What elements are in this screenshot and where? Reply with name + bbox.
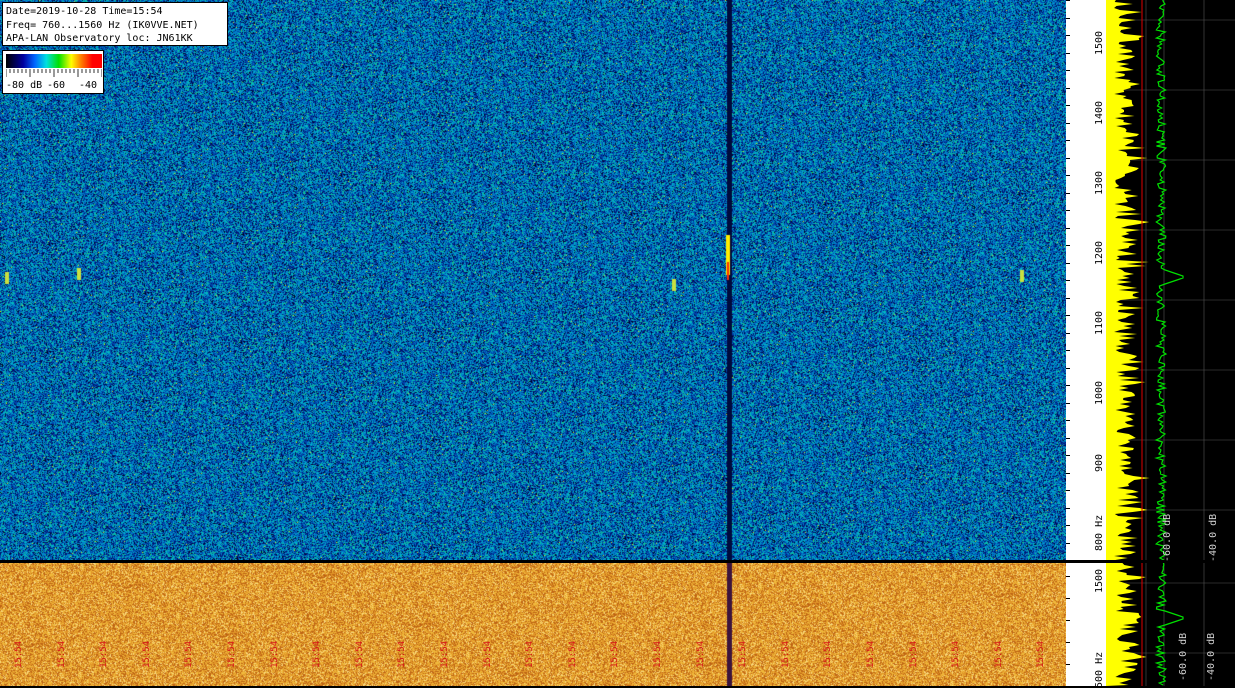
legend-label-high: -40 bbox=[79, 80, 98, 91]
axis-top-tick bbox=[1066, 437, 1070, 439]
info-panel: Date=2019-10-28 Time=15:54 Freq= 760...1… bbox=[2, 2, 228, 46]
axis-top-tick bbox=[1066, 525, 1070, 526]
axis-bottom-tick bbox=[1066, 576, 1070, 578]
axis-top-tick bbox=[1066, 332, 1070, 334]
axis-top-label: 1100 bbox=[1094, 310, 1105, 335]
timestamp-label: 15:54 bbox=[866, 640, 876, 668]
color-scale-legend: -80 dB -60 -40 bbox=[2, 50, 104, 94]
db-label-40: -40.0 dB bbox=[1208, 513, 1219, 562]
timestamp-label: 15:54 bbox=[99, 640, 110, 668]
frequency-axis-bottom: 1500 500 Hz bbox=[1066, 563, 1106, 688]
axis-top-tick bbox=[1066, 210, 1070, 211]
timestamp-label: 15:54 bbox=[951, 640, 962, 668]
timestamp-label: 15:54 bbox=[312, 640, 323, 668]
timestamp-label: 15:54 bbox=[695, 640, 706, 668]
axis-top-tick bbox=[1066, 157, 1070, 159]
spectrum-plot-top: -60.0 dB -40.0 dB bbox=[1106, 0, 1235, 562]
legend-label-mid: -60 bbox=[47, 80, 66, 91]
axis-top-tick bbox=[1066, 262, 1070, 264]
timestamp-label: 15:54 bbox=[780, 640, 791, 668]
axis-top-label: 800 Hz bbox=[1094, 515, 1105, 552]
spectrum-plot-bottom: -60.0 dB -40.0 dB bbox=[1106, 563, 1235, 686]
axis-top-tick bbox=[1066, 227, 1070, 229]
axis-top-tick bbox=[1066, 70, 1070, 71]
axis-top-label: 900 bbox=[1094, 453, 1105, 472]
axis-top-tick bbox=[1066, 105, 1070, 106]
axis-top-tick bbox=[1066, 315, 1070, 316]
axis-top-tick bbox=[1066, 52, 1070, 54]
axis-top-label: 1400 bbox=[1094, 100, 1105, 125]
timestamp-label: 15:54 bbox=[610, 640, 621, 668]
axis-top-tick bbox=[1066, 472, 1070, 474]
axis-top-label: 1000 bbox=[1094, 380, 1105, 405]
timestamp-label: 15:54 bbox=[269, 640, 280, 668]
axis-top-tick bbox=[1066, 402, 1070, 404]
db-label-40-bottom: -40.0 dB bbox=[1206, 632, 1217, 681]
axis-top-tick bbox=[1066, 0, 1070, 1]
timestamp-label: 15:54 bbox=[354, 640, 365, 668]
axis-top-label: 1300 bbox=[1094, 170, 1105, 195]
waterfall-spectrogram[interactable] bbox=[0, 0, 1066, 560]
db-label-60-bottom: -60.0 dB bbox=[1178, 632, 1189, 681]
axis-top-label: 1500 bbox=[1094, 30, 1105, 55]
axis-top-tick bbox=[1066, 192, 1070, 194]
timestamp-label: 15:54 bbox=[397, 640, 408, 668]
timestamp-label: 15:54 bbox=[525, 640, 536, 668]
db-label-60: -60.0 dB bbox=[1162, 513, 1173, 562]
axis-top-tick bbox=[1066, 122, 1070, 124]
axis-bottom-tick bbox=[1066, 664, 1070, 666]
axis-bottom-label: 1500 bbox=[1094, 569, 1105, 594]
timestamp-label: 15:54 bbox=[56, 640, 67, 668]
axis-top-tick bbox=[1066, 35, 1070, 36]
timestamp-label: 15:54 bbox=[908, 640, 919, 668]
axis-top-tick bbox=[1066, 542, 1070, 544]
axis-top-tick bbox=[1066, 455, 1070, 456]
axis-top-tick bbox=[1066, 420, 1070, 421]
axis-top-tick bbox=[1066, 490, 1070, 491]
frequency-axis-top: 1500 1400 1300 1200 1100 1000 900 800 Hz bbox=[1066, 0, 1106, 561]
timestamp-label: 15:54 bbox=[440, 640, 450, 668]
axis-bottom-tick bbox=[1066, 642, 1070, 644]
color-scale-bar bbox=[6, 54, 102, 68]
timestamp-label: 15:54 bbox=[1036, 640, 1047, 668]
timestamp-label: 15:54 bbox=[14, 640, 24, 668]
axis-top-tick bbox=[1066, 245, 1070, 246]
timestamp-label: 15:54 bbox=[567, 640, 578, 668]
info-date-time: Date=2019-10-28 Time=15:54 bbox=[6, 6, 163, 17]
timestamp-label: 15:54 bbox=[184, 640, 195, 668]
axis-top-tick bbox=[1066, 297, 1070, 299]
axis-top-tick bbox=[1066, 280, 1070, 281]
axis-top-tick bbox=[1066, 17, 1070, 19]
timestamp-label: 15:54 bbox=[823, 640, 834, 668]
axis-top-tick bbox=[1066, 367, 1070, 369]
timestamp-label: 15:54 bbox=[482, 640, 493, 668]
timestamp-label: 15:54 bbox=[653, 640, 663, 668]
legend-label-low: -80 dB bbox=[6, 80, 43, 91]
axis-top-tick bbox=[1066, 87, 1070, 89]
axis-bottom-tick bbox=[1066, 686, 1070, 687]
timestamp-label: 15:54 bbox=[227, 640, 237, 668]
info-observatory: APA-LAN Observatory loc: JN61KK bbox=[6, 33, 193, 44]
color-scale-ticks bbox=[6, 69, 102, 77]
axis-top-tick bbox=[1066, 350, 1070, 351]
axis-top-tick bbox=[1066, 560, 1070, 561]
timestamp-label: 15:54 bbox=[738, 640, 749, 668]
axis-top-tick bbox=[1066, 140, 1070, 141]
axis-top-tick bbox=[1066, 175, 1070, 176]
timestamp-label: 15:54 bbox=[141, 640, 152, 668]
axis-bottom-tick bbox=[1066, 598, 1070, 600]
axis-top-label: 1200 bbox=[1094, 240, 1105, 265]
axis-top-tick bbox=[1066, 507, 1070, 509]
axis-top-tick bbox=[1066, 385, 1070, 386]
info-frequency: Freq= 760...1560 Hz (IK0VVE.NET) bbox=[6, 19, 199, 31]
axis-bottom-label: 500 Hz bbox=[1094, 651, 1105, 688]
axis-bottom-tick bbox=[1066, 620, 1070, 622]
timestamp-label: 15:54 bbox=[993, 640, 1004, 668]
